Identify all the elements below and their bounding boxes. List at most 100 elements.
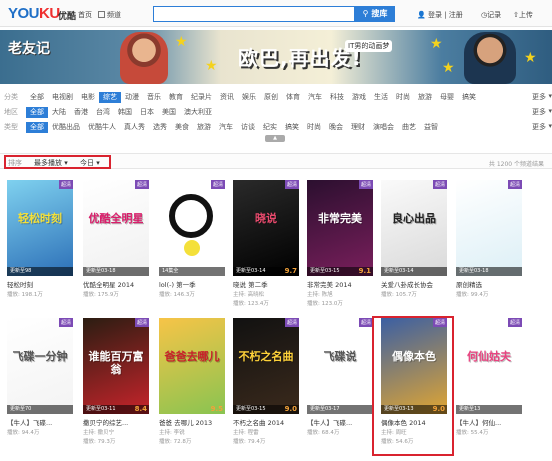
show-thumbnail[interactable]: 谁能百万富翁 超清 更新至03-11 8.4: [83, 318, 149, 414]
show-thumbnail[interactable]: 何仙姑夫 超清 更新至13: [456, 318, 522, 414]
show-thumbnail[interactable]: 良心出品 超清 更新至03-14: [381, 180, 447, 276]
filter-option[interactable]: 原创: [260, 92, 282, 103]
filter-option[interactable]: 美食: [171, 122, 193, 133]
show-card[interactable]: 良心出品 超清 更新至03-14 关爱八卦成长协会 播放: 105.7万: [381, 180, 447, 298]
filter-option[interactable]: 电影: [77, 92, 99, 103]
youku-logo[interactable]: YOUKU: [8, 5, 60, 22]
filter-option[interactable]: 日本: [136, 107, 158, 118]
filter-option[interactable]: 生活: [370, 92, 392, 103]
filter-option[interactable]: 电视剧: [48, 92, 77, 103]
filter-option[interactable]: 旅游: [414, 92, 436, 103]
show-card[interactable]: 超清 更新至03-18 原创精选 播放: 99.4万: [456, 180, 522, 298]
show-thumbnail[interactable]: 不朽之名曲 超清 更新至03-15 9.0: [233, 318, 299, 414]
filter-option[interactable]: 理财: [347, 122, 369, 133]
show-card[interactable]: 谁能百万富翁 超清 更新至03-11 8.4 撒贝宁的综艺... 主持: 撒贝宁 播放: 7…: [83, 318, 149, 445]
filter-option[interactable]: 真人秀: [120, 122, 149, 133]
show-card[interactable]: 不朽之名曲 超清 更新至03-15 9.0 不朽之名曲 2014 主持: 程雷 播放: 79…: [233, 318, 299, 445]
filter-option[interactable]: 演唱会: [369, 122, 398, 133]
show-card[interactable]: 非常完美 超清 更新至03-15 9.1 非常完美 2014 主持: 陈旭 播放: 123.…: [307, 180, 373, 307]
show-card[interactable]: 飞碟说 超清 更新至03-17 【牛人】飞碟... 播放: 68.4万: [307, 318, 373, 436]
login-links[interactable]: 👤 登录 | 注册: [417, 10, 463, 20]
filter-option[interactable]: 教育: [165, 92, 187, 103]
filter-option[interactable]: 汽车: [215, 122, 237, 133]
filter-option[interactable]: 益智: [420, 122, 442, 133]
show-title[interactable]: 不朽之名曲 2014: [233, 417, 299, 427]
search-button[interactable]: ⚲ 搜库: [355, 6, 395, 22]
show-title[interactable]: 撒贝宁的综艺...: [83, 417, 149, 427]
show-card[interactable]: 飞碟一分钟 超清 更新至70 【牛人】飞碟... 播放: 94.4万: [7, 318, 73, 436]
show-title[interactable]: 【牛人】飞碟...: [307, 417, 373, 427]
filter-option[interactable]: 汽车: [304, 92, 326, 103]
filter-option[interactable]: 优酷出品: [48, 122, 84, 133]
filter-option[interactable]: 动漫: [121, 92, 143, 103]
filter-option[interactable]: 纪实: [259, 122, 281, 133]
host-photo-left: [120, 32, 168, 84]
logo-cn[interactable]: 优酷: [58, 9, 76, 22]
record-link[interactable]: ◷记录: [481, 10, 501, 20]
collapse-toggle[interactable]: ▲: [265, 135, 285, 142]
filter-option[interactable]: 时尚: [392, 92, 414, 103]
show-thumbnail[interactable]: 晓说 超清 更新至03-14 9.7: [233, 180, 299, 276]
filter-option[interactable]: 访谈: [237, 122, 259, 133]
filter-option[interactable]: 娱乐: [238, 92, 260, 103]
show-thumbnail[interactable]: 非常完美 超清 更新至03-15 9.1: [307, 180, 373, 276]
filter-option[interactable]: 香港: [70, 107, 92, 118]
filter-option[interactable]: 优酷牛人: [84, 122, 120, 133]
filter-option[interactable]: 游戏: [348, 92, 370, 103]
show-thumbnail[interactable]: 飞碟说 超清 更新至03-17: [307, 318, 373, 414]
show-title[interactable]: 【牛人】何仙...: [456, 417, 522, 427]
filter-option[interactable]: 旅游: [193, 122, 215, 133]
filter-option[interactable]: 音乐: [143, 92, 165, 103]
nav-home[interactable]: 首页: [78, 10, 92, 20]
filter-option[interactable]: 搞笑: [281, 122, 303, 133]
filter-option[interactable]: 体育: [282, 92, 304, 103]
filter-option[interactable]: 纪录片: [187, 92, 216, 103]
filter-option[interactable]: 选秀: [149, 122, 171, 133]
filter-option[interactable]: 全部: [26, 92, 48, 103]
filter-option[interactable]: 全部: [26, 107, 48, 118]
filter-option[interactable]: 晚会: [325, 122, 347, 133]
show-title[interactable]: 爸爸 去哪儿 2013: [159, 417, 225, 427]
show-thumbnail[interactable]: 优酷全明星 超清 更新至03-18: [83, 180, 149, 276]
show-title[interactable]: 非常完美 2014: [307, 279, 373, 289]
filter-option[interactable]: 澳大利亚: [180, 107, 216, 118]
filter-option[interactable]: 时尚: [303, 122, 325, 133]
show-thumbnail[interactable]: 爸爸去哪儿 9.5: [159, 318, 225, 414]
filter-option[interactable]: 搞笑: [458, 92, 480, 103]
show-card[interactable]: 爸爸去哪儿 9.5 爸爸 去哪儿 2013 主持: 李锐 播放: 72.8万: [159, 318, 225, 445]
nav-channels[interactable]: 频道: [98, 10, 121, 20]
upload-link[interactable]: ⇧上传: [513, 10, 533, 20]
star-icon: ★: [430, 36, 443, 52]
show-thumbnail[interactable]: 轻松时刻 超清 更新至98: [7, 180, 73, 276]
promo-banner[interactable]: 老友记 ★ ★ ★ ★ ★ 欧巴,再出发! IT男的动画梦: [0, 30, 552, 84]
filter-option[interactable]: 大陆: [48, 107, 70, 118]
show-title[interactable]: 【牛人】飞碟...: [7, 417, 73, 427]
filter-option[interactable]: 母婴: [436, 92, 458, 103]
filter-option[interactable]: 韩国: [114, 107, 136, 118]
show-title[interactable]: 关爱八卦成长协会: [381, 279, 447, 289]
filter-option[interactable]: 综艺: [99, 92, 121, 103]
show-card[interactable]: 超清 14集全 lol(-) 第一季 播放: 146.3万: [159, 180, 225, 298]
search-input[interactable]: [153, 6, 355, 22]
show-card[interactable]: 何仙姑夫 超清 更新至13 【牛人】何仙... 播放: 55.4万: [456, 318, 522, 436]
show-title[interactable]: 晓说 第二季: [233, 279, 299, 289]
filter-option[interactable]: 资讯: [216, 92, 238, 103]
show-card[interactable]: 晓说 超清 更新至03-14 9.7 晓说 第二季 主持: 高晓松 播放: 123.4万: [233, 180, 299, 307]
filter-option[interactable]: 美国: [158, 107, 180, 118]
show-thumbnail[interactable]: 超清 14集全: [159, 180, 225, 276]
show-title[interactable]: 优酷全明星 2014: [83, 279, 149, 289]
show-title[interactable]: 轻松时刻: [7, 279, 73, 289]
filter-option[interactable]: 曲艺: [398, 122, 420, 133]
show-card[interactable]: 轻松时刻 超清 更新至98 轻松时刻 播放: 198.1万: [7, 180, 73, 298]
show-thumbnail[interactable]: 超清 更新至03-18: [456, 180, 522, 276]
filter-more-button[interactable]: 更多: [532, 122, 546, 132]
show-title[interactable]: 原创精选: [456, 279, 522, 289]
filter-option[interactable]: 全部: [26, 122, 48, 133]
filter-more-button[interactable]: 更多: [532, 107, 546, 117]
show-card[interactable]: 优酷全明星 超清 更新至03-18 优酷全明星 2014 播放: 175.9万: [83, 180, 149, 298]
show-title[interactable]: lol(-) 第一季: [159, 279, 225, 289]
filter-more-button[interactable]: 更多: [532, 92, 546, 102]
filter-option[interactable]: 科技: [326, 92, 348, 103]
show-thumbnail[interactable]: 飞碟一分钟 超清 更新至70: [7, 318, 73, 414]
filter-option[interactable]: 台湾: [92, 107, 114, 118]
